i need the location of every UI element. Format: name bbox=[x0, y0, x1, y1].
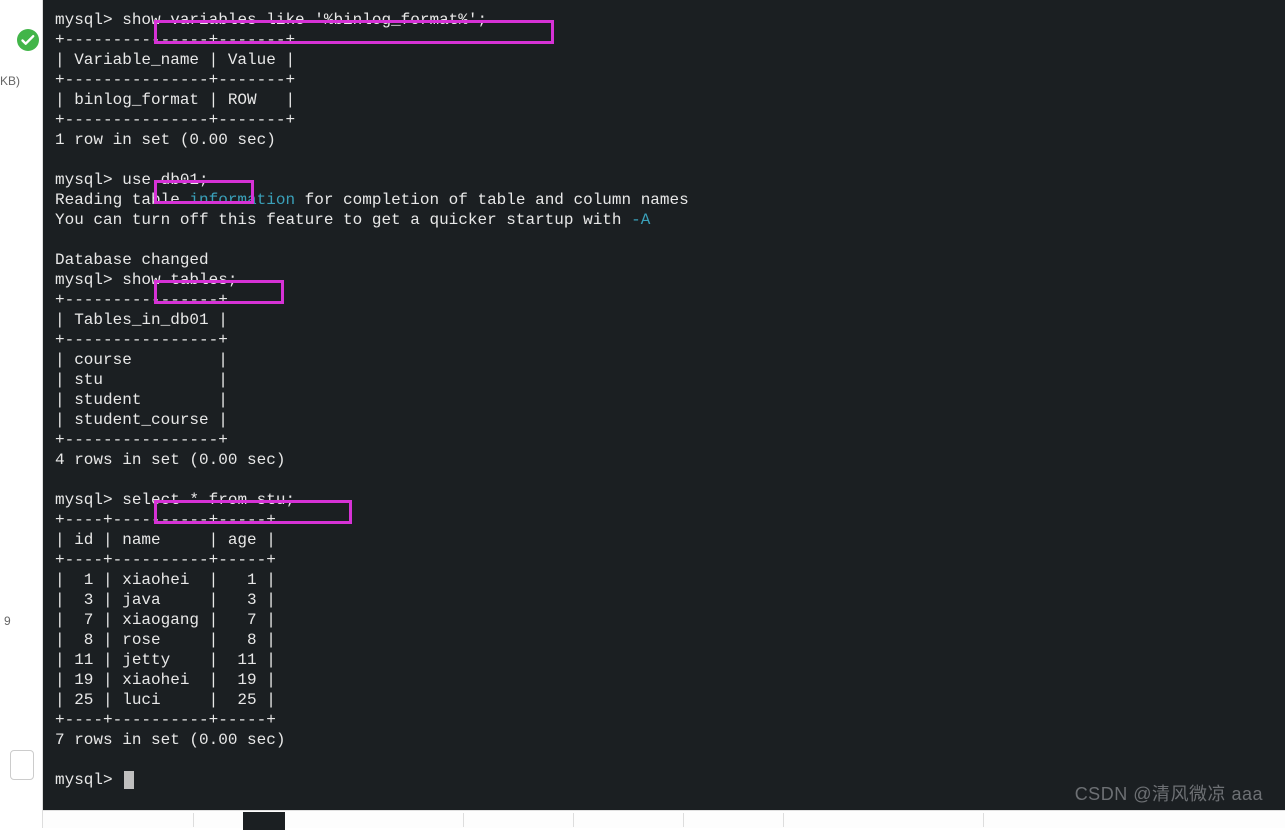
left-panel-button[interactable] bbox=[10, 750, 34, 780]
result-summary: 1 row in set (0.00 sec) bbox=[55, 131, 276, 149]
table-border: +----+----------+-----+ bbox=[55, 511, 276, 529]
result-summary: 7 rows in set (0.00 sec) bbox=[55, 731, 285, 749]
table-row: | student | bbox=[55, 391, 228, 409]
mysql-prompt: mysql> bbox=[55, 271, 122, 289]
table-row: | student_course | bbox=[55, 411, 228, 429]
table-row: | 7 | xiaogang | 7 | bbox=[55, 611, 276, 629]
bottom-bar bbox=[43, 810, 1285, 828]
cursor-icon bbox=[124, 771, 134, 789]
reading-text: Reading table bbox=[55, 191, 189, 209]
table-header: | Variable_name | Value | bbox=[55, 51, 295, 69]
mysql-prompt: mysql> bbox=[55, 171, 122, 189]
table-row: | 8 | rose | 8 | bbox=[55, 631, 276, 649]
mysql-prompt: mysql> bbox=[55, 11, 122, 29]
table-border: +---------------+-------+ bbox=[55, 31, 295, 49]
cmd-show-variables: show variables like '%binlog_format%'; bbox=[122, 11, 487, 29]
turnoff-text: You can turn off this feature to get a q… bbox=[55, 211, 631, 229]
bottom-tab[interactable] bbox=[193, 813, 243, 827]
table-row: | binlog_format | ROW | bbox=[55, 91, 295, 109]
information-keyword: information bbox=[189, 191, 295, 209]
cmd-select-stu: select * from stu; bbox=[122, 491, 295, 509]
table-border: +----------------+ bbox=[55, 291, 228, 309]
terminal-content: mysql> show variables like '%binlog_form… bbox=[55, 10, 1273, 790]
table-border: +---------------+-------+ bbox=[55, 111, 295, 129]
reading-text: for completion of table and column names bbox=[295, 191, 689, 209]
table-row: | 1 | xiaohei | 1 | bbox=[55, 571, 276, 589]
bottom-tab[interactable] bbox=[783, 813, 833, 827]
side-number: 9 bbox=[4, 614, 11, 628]
db-changed: Database changed bbox=[55, 251, 209, 269]
table-header: | Tables_in_db01 | bbox=[55, 311, 228, 329]
table-border: +----+----------+-----+ bbox=[55, 551, 276, 569]
success-check-icon bbox=[16, 28, 40, 52]
terminal-window[interactable]: mysql> show variables like '%binlog_form… bbox=[43, 0, 1285, 810]
table-row: | course | bbox=[55, 351, 228, 369]
bottom-active-tab[interactable] bbox=[243, 812, 285, 830]
kb-label: KB) bbox=[0, 74, 20, 88]
table-border: +----------------+ bbox=[55, 431, 228, 449]
table-header: | id | name | age | bbox=[55, 531, 276, 549]
bottom-tab[interactable] bbox=[463, 813, 513, 827]
table-border: +---------------+-------+ bbox=[55, 71, 295, 89]
mysql-prompt: mysql> bbox=[55, 771, 122, 789]
table-row: | 11 | jetty | 11 | bbox=[55, 651, 276, 669]
table-row: | 3 | java | 3 | bbox=[55, 591, 276, 609]
bottom-tab[interactable] bbox=[983, 813, 1033, 827]
cmd-use-db: use db01; bbox=[122, 171, 208, 189]
cmd-show-tables: show tables; bbox=[122, 271, 237, 289]
table-row: | 25 | luci | 25 | bbox=[55, 691, 276, 709]
table-row: | stu | bbox=[55, 371, 228, 389]
left-panel: KB) 9 bbox=[0, 0, 43, 828]
table-border: +----------------+ bbox=[55, 331, 228, 349]
mysql-prompt: mysql> bbox=[55, 491, 122, 509]
flag-a: -A bbox=[631, 211, 650, 229]
table-row: | 19 | xiaohei | 19 | bbox=[55, 671, 276, 689]
bottom-tab[interactable] bbox=[573, 813, 623, 827]
result-summary: 4 rows in set (0.00 sec) bbox=[55, 451, 285, 469]
table-border: +----+----------+-----+ bbox=[55, 711, 276, 729]
bottom-tab[interactable] bbox=[683, 813, 733, 827]
watermark-text: CSDN @清风微凉 aaa bbox=[1075, 780, 1263, 806]
